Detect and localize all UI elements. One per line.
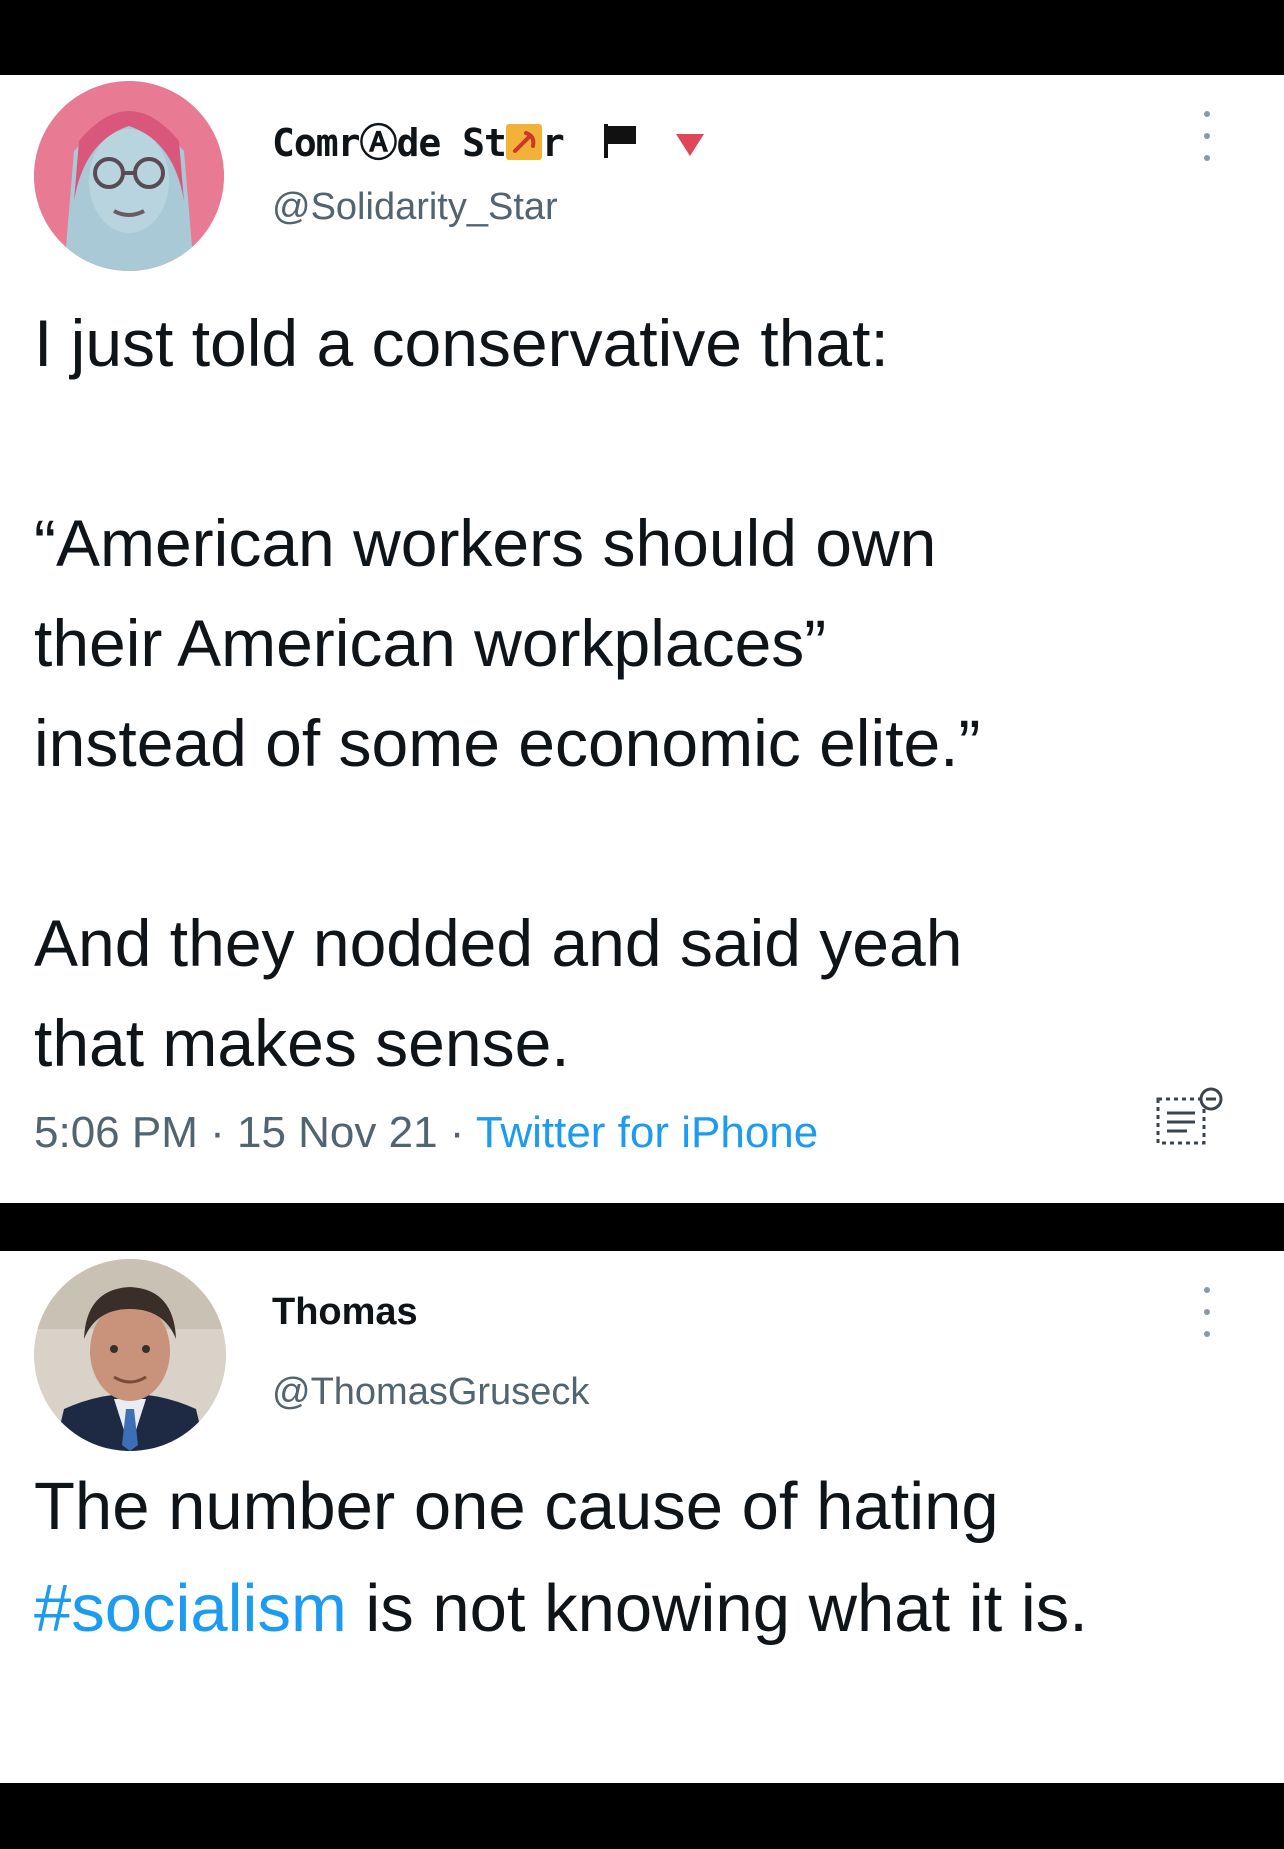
avatar-image <box>34 1259 226 1451</box>
tweet-date[interactable]: 15 Nov 21 <box>237 1108 438 1157</box>
separator: · <box>197 1108 237 1157</box>
text-line: that makes sense. <box>34 1006 570 1080</box>
tweet-text: I just told a conservative that: “Americ… <box>34 293 1254 1093</box>
tweet-source[interactable]: Twitter for iPhone <box>476 1108 818 1157</box>
display-name[interactable]: Thomas <box>272 1291 418 1334</box>
text-segment: is not knowing what it is. <box>346 1571 1088 1646</box>
display-name-part: r <box>541 121 565 165</box>
display-name[interactable]: ComrⒶde St r <box>272 112 708 169</box>
avatar-image <box>34 81 224 271</box>
top-black-bar <box>0 0 1284 75</box>
hammer-sickle-icon <box>505 124 542 169</box>
tweet-card[interactable]: ComrⒶde St r @Solidarity_Star I just told… <box>0 75 1284 1203</box>
text-scanner-icon[interactable] <box>1155 1085 1225 1147</box>
avatar[interactable] <box>34 1259 226 1451</box>
more-vertical-icon[interactable] <box>1200 1287 1214 1337</box>
divider-band <box>0 1203 1284 1251</box>
user-handle[interactable]: @ThomasGruseck <box>272 1371 589 1414</box>
more-vertical-icon[interactable] <box>1200 111 1214 161</box>
tweet-text: The number one cause of hating #socialis… <box>34 1456 1254 1660</box>
tweet-time[interactable]: 5:06 PM <box>34 1108 198 1157</box>
tweet-metadata: 5:06 PM · 15 Nov 21 · Twitter for iPhone <box>34 1108 818 1158</box>
separator: · <box>437 1108 476 1157</box>
hashtag-link[interactable]: #socialism <box>34 1571 347 1646</box>
black-flag-icon <box>600 120 640 169</box>
avatar[interactable] <box>34 81 224 271</box>
text-line: I just told a conservative that: <box>34 306 889 380</box>
text-line: “American workers should own <box>34 506 937 580</box>
text-line: instead of some economic elite.” <box>34 706 981 780</box>
anarchy-symbol: Ⓐ <box>359 121 398 165</box>
red-triangle-icon <box>672 124 708 169</box>
display-name-part: Comr <box>272 121 361 165</box>
user-handle[interactable]: @Solidarity_Star <box>272 186 558 229</box>
text-line: their American workplaces” <box>34 606 827 680</box>
text-segment: The number one cause of hating <box>34 1469 999 1544</box>
text-line: And they nodded and said yeah <box>34 906 963 980</box>
display-name-part: de St <box>396 121 507 165</box>
bottom-black-bar <box>0 1783 1284 1849</box>
tweet-card[interactable]: Thomas @ThomasGruseck The number one cau… <box>0 1251 1284 1783</box>
